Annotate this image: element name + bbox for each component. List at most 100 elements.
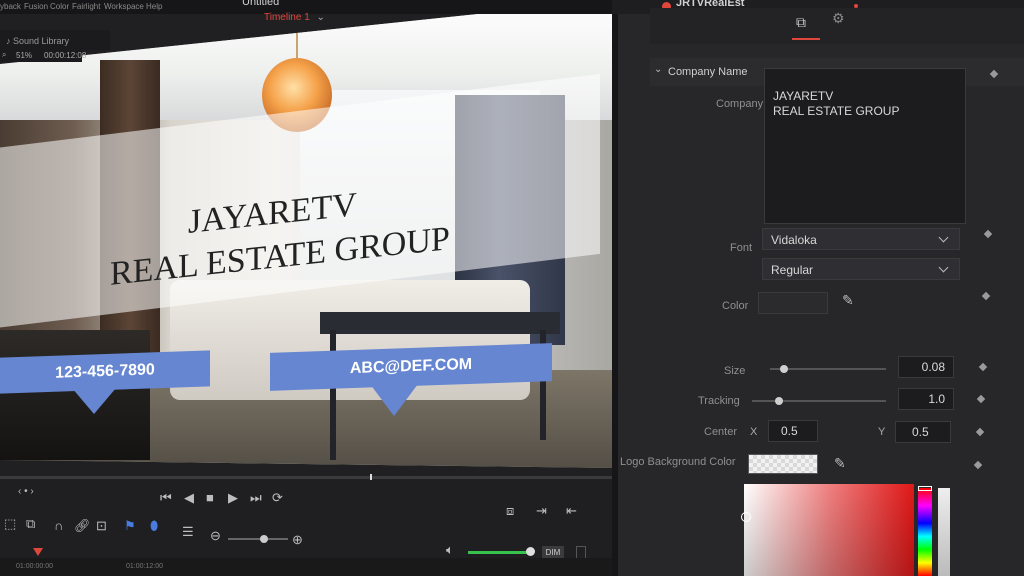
size-slider-knob[interactable]	[779, 365, 788, 373]
company-textarea[interactable]: JAYARETV REAL ESTATE GROUP	[764, 68, 966, 224]
size-value: 0.08	[921, 360, 945, 374]
timeline-zoom-slider[interactable]	[228, 538, 288, 540]
color-picker-hue-bar[interactable]	[918, 488, 932, 576]
color-label: Color	[722, 300, 749, 312]
chevron-down-icon: ⌄	[316, 12, 325, 23]
center-y-input[interactable]: 0.5	[895, 421, 951, 443]
company-label: Company	[716, 98, 764, 110]
chevron-down-icon	[938, 262, 949, 273]
tracking-value: 1.0	[928, 392, 945, 406]
email-text: ABC@DEF.COM	[349, 355, 473, 378]
video-viewer[interactable]: JAYARETV REAL ESTATE GROUP 123-456-7890 …	[0, 0, 612, 468]
speaker-icon[interactable]: 🔈︎	[446, 542, 454, 558]
tracking-slider-knob[interactable]	[774, 397, 783, 405]
font-label: Font	[730, 242, 753, 254]
volume-slider[interactable]	[468, 551, 530, 554]
prev-edit-icon[interactable]: ⇤	[566, 503, 577, 519]
play-reverse-button[interactable]: ◀	[184, 490, 194, 506]
center-label: Center	[704, 426, 738, 438]
match-frame-icon[interactable]: ⧈	[506, 503, 514, 519]
tab-settings-icon[interactable]: ⚙	[832, 10, 845, 27]
phone-text: 123-456-7890	[55, 361, 155, 382]
logo-background-swatch[interactable]	[748, 454, 818, 474]
eyedropper-icon[interactable]: ✎	[842, 292, 854, 309]
menu-item-help[interactable]: Help	[146, 2, 162, 11]
snapping-icon[interactable]: ∩	[54, 518, 63, 533]
menu-item-workspace[interactable]: Workspace	[104, 2, 144, 11]
viewer-scrubber[interactable]	[0, 476, 612, 479]
timeline-selector[interactable]: Timeline 1 ⌄	[264, 12, 325, 23]
menu-item-fairlight[interactable]: Fairlight	[72, 2, 100, 11]
menu-item-playback[interactable]: yback	[0, 2, 21, 11]
hue-bar-handle[interactable]	[918, 486, 932, 491]
flag-icon[interactable]: ⚑	[124, 518, 136, 534]
link-icon[interactable]: 🔗︎	[74, 518, 91, 534]
timeline-playhead-marker[interactable]	[33, 548, 43, 556]
timeline-name-label: Timeline 1	[264, 12, 310, 23]
timeline-zoom-knob[interactable]	[260, 535, 268, 543]
logo-background-color-label: Logo Background Color	[620, 456, 736, 468]
timeline-view-icon[interactable]: ☰	[182, 524, 194, 540]
menu-item-color[interactable]: Color	[50, 2, 69, 11]
ruler-timecode: 01:00:12:00	[126, 563, 163, 570]
font-dropdown[interactable]: Vidaloka	[762, 228, 960, 250]
scene-table	[320, 312, 560, 334]
scene-table-leg	[330, 330, 336, 460]
color-swatch[interactable]	[758, 292, 828, 314]
go-to-end-button[interactable]: ⏭	[250, 490, 262, 506]
jog-control-icon[interactable]: ‹ • ›	[18, 486, 34, 497]
marker-icon[interactable]: ⬮	[150, 518, 158, 534]
font-value: Vidaloka	[771, 233, 817, 247]
color-picker-cursor[interactable]	[741, 512, 751, 522]
volume-knob[interactable]	[526, 547, 535, 556]
play-button[interactable]: ▶	[228, 490, 238, 506]
tab-inspector-icon[interactable]: ⧉	[796, 14, 806, 31]
center-y-label: Y	[878, 426, 886, 438]
viewer-timecode: 00:00:12:08	[44, 51, 87, 60]
timeline-ruler[interactable]	[0, 558, 612, 576]
tracking-input[interactable]: 1.0	[898, 388, 954, 410]
tracking-label: Tracking	[698, 395, 740, 407]
size-label: Size	[724, 365, 746, 377]
blade-tool-icon[interactable]: ⧉	[26, 516, 35, 532]
search-icon[interactable]: ⌕	[2, 50, 6, 60]
phone-badge-pointer	[72, 388, 116, 414]
sound-library-button[interactable]: ♪ Sound Library	[6, 36, 69, 46]
font-style-dropdown[interactable]: Regular	[762, 258, 960, 280]
zoom-out-icon[interactable]: ⊖	[210, 528, 221, 544]
tracking-slider[interactable]	[752, 400, 886, 402]
trim-tool-icon[interactable]: ⬚	[4, 516, 16, 532]
chevron-down-icon	[938, 232, 949, 243]
font-style-value: Regular	[771, 263, 814, 277]
next-edit-icon[interactable]: ⇥	[536, 503, 547, 519]
center-x-label: X	[750, 426, 758, 438]
center-x-value: 0.5	[781, 424, 798, 438]
ruler-timecode: 01:00:00:00	[16, 563, 53, 570]
company-text-line2: REAL ESTATE GROUP	[773, 104, 900, 118]
zoom-level[interactable]: 51%	[16, 51, 32, 60]
dim-label: DIM	[545, 548, 561, 557]
menu-item-fusion[interactable]: Fusion	[24, 2, 48, 11]
center-y-value: 0.5	[912, 425, 929, 439]
color-picker-saturation-field[interactable]	[744, 484, 914, 576]
zoom-in-icon[interactable]: ⊕	[292, 532, 303, 548]
document-title: Untitled	[242, 0, 280, 8]
stop-button[interactable]: ■	[206, 490, 214, 505]
email-badge-pointer	[370, 384, 418, 416]
settings-badge-dot	[854, 4, 858, 8]
scene-chandelier-cord	[296, 20, 298, 60]
eyedropper-icon[interactable]: ✎	[834, 455, 846, 472]
center-x-input[interactable]: 0.5	[768, 420, 818, 442]
section-title: Company Name	[668, 66, 748, 78]
lock-icon[interactable]: ⊡	[96, 518, 107, 534]
active-tab-indicator	[792, 38, 820, 40]
sound-library-icon: ♪	[6, 36, 14, 46]
size-input[interactable]: 0.08	[898, 356, 954, 378]
chevron-down-icon[interactable]: ⌄	[654, 64, 662, 75]
loop-button[interactable]: ⟳	[272, 490, 283, 506]
viewer-pane: JAYARETV REAL ESTATE GROUP 123-456-7890 …	[0, 0, 612, 576]
company-text-line1: JAYARETV	[773, 89, 834, 103]
sound-library-label: Sound Library	[13, 36, 70, 46]
color-picker-alpha-bar[interactable]	[938, 488, 950, 576]
go-to-start-button[interactable]: ⏮	[160, 490, 172, 506]
